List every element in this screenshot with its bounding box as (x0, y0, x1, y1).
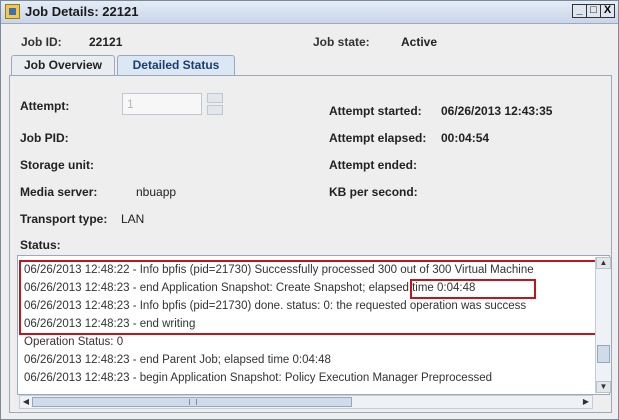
spinner-up-icon[interactable] (207, 93, 223, 103)
horizontal-scrollbar[interactable]: ◀ ▶ (19, 395, 593, 409)
attempt-started-value: 06/26/2013 12:43:35 (441, 104, 553, 118)
status-log[interactable]: 06/26/2013 12:48:22 - Info bpfis (pid=21… (17, 255, 610, 395)
maximize-button[interactable]: □ (586, 4, 601, 18)
job-details-window: Job Details: 22121 _ □ X Job ID: 22121 J… (0, 0, 619, 420)
log-line: 06/26/2013 12:48:23 - end Parent Job; el… (24, 354, 331, 366)
vertical-scrollbar[interactable]: ▲ ▼ (595, 257, 611, 393)
tab-job-overview[interactable]: Job Overview (11, 55, 115, 75)
title-bar[interactable]: Job Details: 22121 _ □ X (1, 1, 618, 24)
scroll-right-icon[interactable]: ▶ (580, 396, 592, 408)
job-pid-label: Job PID: (20, 131, 69, 145)
app-icon (5, 4, 20, 19)
attempt-spinner[interactable]: 1 (122, 93, 202, 115)
elapsed-time-highlight (410, 279, 536, 299)
kb-per-second-label: KB per second: (329, 185, 418, 199)
attempt-elapsed-label: Attempt elapsed: (329, 131, 427, 145)
horizontal-scroll-thumb[interactable] (32, 397, 352, 407)
minimize-button[interactable]: _ (572, 4, 587, 18)
storage-unit-label: Storage unit: (20, 158, 94, 172)
scroll-down-icon[interactable]: ▼ (596, 381, 611, 393)
spinner-down-icon[interactable] (207, 105, 223, 115)
close-button[interactable]: X (600, 4, 615, 18)
attempt-spinner-arrows[interactable] (207, 93, 223, 115)
attempt-started-label: Attempt started: (329, 104, 422, 118)
attempt-label: Attempt: (20, 99, 70, 113)
status-label: Status: (20, 238, 61, 252)
attempt-ended-label: Attempt ended: (329, 158, 417, 172)
job-state-label: Job state: (313, 35, 370, 49)
media-server-label: Media server: (20, 185, 98, 199)
attempt-elapsed-value: 00:04:54 (441, 131, 490, 145)
log-line: Operation Status: 0 (24, 336, 124, 348)
scroll-up-icon[interactable]: ▲ (596, 257, 611, 269)
media-server-value: nbuapp (136, 185, 177, 199)
scroll-left-icon[interactable]: ◀ (20, 396, 32, 408)
vertical-scroll-thumb[interactable] (597, 345, 610, 363)
window-title: Job Details: 22121 (25, 4, 139, 19)
log-line: 06/26/2013 12:48:23 - begin Application … (24, 372, 492, 384)
scroll-grip-icon (189, 399, 197, 405)
transport-type-value: LAN (121, 212, 145, 226)
job-id-label: Job ID: (21, 35, 62, 49)
attempt-value: 1 (127, 97, 134, 111)
job-state-value: Active (401, 35, 438, 49)
job-id-value: 22121 (89, 35, 123, 49)
transport-type-label: Transport type: (20, 212, 108, 226)
tab-detailed-status[interactable]: Detailed Status (117, 55, 235, 75)
